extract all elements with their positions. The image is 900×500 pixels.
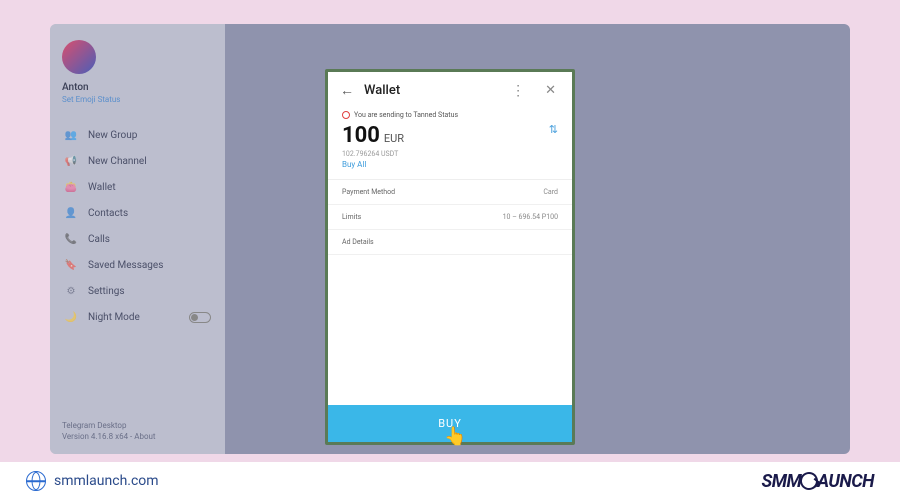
close-icon[interactable]: ✕ <box>541 83 560 98</box>
avatar[interactable] <box>62 40 96 74</box>
bookmark-icon: 🔖 <box>64 258 78 272</box>
ad-details-row[interactable]: Ad Details <box>328 230 572 255</box>
menu-label: New Channel <box>88 156 147 167</box>
username: Anton <box>62 82 213 93</box>
row-label: Limits <box>342 213 361 221</box>
channel-icon: 📢 <box>64 154 78 168</box>
more-icon[interactable]: ⋮ <box>505 83 531 99</box>
menu-label: Wallet <box>88 182 116 193</box>
sidebar-footer: Telegram Desktop Version 4.16.8 x64 - Ab… <box>62 420 156 442</box>
currency-label: EUR <box>384 132 404 145</box>
sidebar-item-night-mode[interactable]: 🌙 Night Mode <box>62 304 213 330</box>
payment-method-row[interactable]: Payment Method Card <box>328 180 572 205</box>
limits-row: Limits 10 – 696.54 P100 <box>328 205 572 230</box>
cursor-icon: 👆 <box>444 426 467 447</box>
wallet-modal: ← Wallet ⋮ ✕ You are sending to Tanned S… <box>325 69 575 445</box>
user-status[interactable]: Set Emoji Status <box>62 95 213 104</box>
row-label: Payment Method <box>342 188 395 196</box>
swap-icon[interactable]: ⇅ <box>549 123 558 136</box>
gear-icon: ⚙ <box>64 284 78 298</box>
footer-version: Version 4.16.8 x64 - About <box>62 431 156 442</box>
menu-label: Contacts <box>88 208 128 219</box>
sidebar-menu: 👥 New Group 📢 New Channel 👛 Wallet 👤 Contact… <box>62 122 213 330</box>
globe-icon <box>26 471 46 491</box>
amount-row[interactable]: 100 EUR ⇅ <box>328 121 572 150</box>
menu-label: Night Mode <box>88 312 140 323</box>
sidebar: Anton Set Emoji Status 👥 New Group 📢 New C… <box>50 24 225 454</box>
sidebar-item-saved[interactable]: 🔖 Saved Messages <box>62 252 213 278</box>
detail-section: Payment Method Card Limits 10 – 696.54 P10… <box>328 179 572 255</box>
sidebar-item-calls[interactable]: 📞 Calls <box>62 226 213 252</box>
modal-title: Wallet <box>364 83 495 98</box>
menu-label: Calls <box>88 234 110 245</box>
row-value: Card <box>543 188 558 196</box>
menu-label: Saved Messages <box>88 260 163 271</box>
moon-icon: 🌙 <box>64 310 78 324</box>
buy-all-link[interactable]: Buy All <box>328 158 572 179</box>
menu-label: Settings <box>88 286 125 297</box>
modal-header: ← Wallet ⋮ ✕ <box>328 72 572 109</box>
page-footer: smmlaunch.com SMM AUNCH <box>0 462 900 500</box>
converted-amount: 102.796264 USDT <box>328 150 572 158</box>
menu-label: New Group <box>88 130 137 141</box>
sidebar-item-new-group[interactable]: 👥 New Group <box>62 122 213 148</box>
brand-text-right: AUNCH <box>817 471 874 492</box>
row-label: Ad Details <box>342 238 374 246</box>
amount-value: 100 <box>342 123 380 148</box>
modal-body <box>328 255 572 405</box>
sidebar-item-wallet[interactable]: 👛 Wallet <box>62 174 213 200</box>
brand-text-left: SMM <box>761 471 801 492</box>
brand-logo: SMM AUNCH <box>761 471 874 492</box>
send-notice: You are sending to Tanned Status <box>328 109 572 121</box>
wallet-icon: 👛 <box>64 180 78 194</box>
night-mode-toggle[interactable] <box>189 312 211 323</box>
sidebar-item-settings[interactable]: ⚙ Settings <box>62 278 213 304</box>
app-window: Anton Set Emoji Status 👥 New Group 📢 New C… <box>50 24 850 454</box>
footer-app-name: Telegram Desktop <box>62 420 156 431</box>
site-link[interactable]: smmlaunch.com <box>26 471 159 491</box>
sidebar-item-contacts[interactable]: 👤 Contacts <box>62 200 213 226</box>
buy-button[interactable]: BUY 👆 <box>328 405 572 442</box>
contacts-icon: 👤 <box>64 206 78 220</box>
sidebar-item-new-channel[interactable]: 📢 New Channel <box>62 148 213 174</box>
calls-icon: 📞 <box>64 232 78 246</box>
row-value: 10 – 696.54 P100 <box>503 213 558 221</box>
back-icon[interactable]: ← <box>340 82 354 99</box>
alert-icon <box>342 111 350 119</box>
notice-text: You are sending to Tanned Status <box>354 111 458 119</box>
site-url: smmlaunch.com <box>54 473 159 489</box>
group-icon: 👥 <box>64 128 78 142</box>
